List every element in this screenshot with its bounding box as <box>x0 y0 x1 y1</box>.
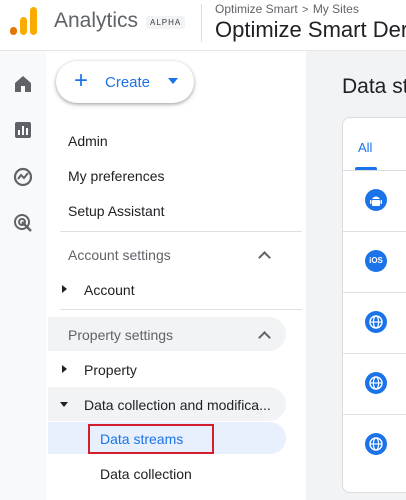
data-streams-card: All iOS <box>342 117 406 493</box>
explore-icon[interactable] <box>12 166 34 188</box>
header-divider <box>201 4 202 42</box>
property-settings-header[interactable]: Property settings <box>68 327 173 343</box>
nav-divider <box>60 309 302 310</box>
nav-item-setup-assistant[interactable]: Setup Assistant <box>68 203 165 219</box>
page-title: Data st <box>342 75 406 98</box>
advertising-icon[interactable] <box>12 212 34 234</box>
ios-label: iOS <box>369 256 383 265</box>
home-icon[interactable] <box>12 73 34 95</box>
web-icon <box>365 372 387 394</box>
alpha-badge: ALPHA <box>146 16 186 29</box>
nav-item-my-preferences[interactable]: My preferences <box>68 168 164 184</box>
create-button[interactable]: + Create <box>56 61 194 103</box>
nav-item-data-collection-modification[interactable]: Data collection and modifica... <box>84 397 271 413</box>
left-rail <box>0 51 46 500</box>
collapse-arrow-icon[interactable] <box>60 402 68 407</box>
tab-all[interactable]: All <box>358 140 372 155</box>
stream-row[interactable] <box>343 354 406 415</box>
chevron-right-icon: > <box>302 4 309 16</box>
web-icon <box>365 433 387 455</box>
highlight-box <box>88 424 214 454</box>
breadcrumb[interactable]: Optimize Smart > My Sites <box>215 2 359 16</box>
app-title: Analytics <box>54 9 139 32</box>
nav-item-account[interactable]: Account <box>84 282 135 298</box>
plus-icon: + <box>74 67 89 94</box>
nav-divider <box>60 231 302 232</box>
account-settings-header[interactable]: Account settings <box>68 247 171 263</box>
android-icon <box>365 189 387 211</box>
chevron-up-icon[interactable] <box>258 251 271 264</box>
stream-row[interactable] <box>343 293 406 354</box>
expand-arrow-icon[interactable] <box>62 365 67 373</box>
nav-item-admin[interactable]: Admin <box>68 133 108 149</box>
main-content: Data st All iOS <box>306 51 406 500</box>
property-selector[interactable]: Optimize Smart Der <box>215 17 406 43</box>
expand-arrow-icon[interactable] <box>62 285 67 293</box>
caret-down-icon <box>168 78 178 84</box>
ios-icon: iOS <box>365 250 387 272</box>
app-header: Analytics ALPHA Optimize Smart > My Site… <box>0 0 406 51</box>
breadcrumb-section: My Sites <box>312 2 359 16</box>
stream-row[interactable]: iOS <box>343 232 406 293</box>
create-label: Create <box>105 74 151 91</box>
nav-item-property[interactable]: Property <box>84 362 137 378</box>
admin-nav-panel: + Create Admin My preferences Setup Assi… <box>46 51 306 500</box>
web-icon <box>365 311 387 333</box>
stream-row[interactable] <box>343 415 406 475</box>
stream-row[interactable] <box>343 171 406 232</box>
breadcrumb-account: Optimize Smart <box>215 2 298 16</box>
analytics-logo-icon[interactable] <box>10 7 38 37</box>
nav-item-data-collection[interactable]: Data collection <box>100 466 192 482</box>
reports-icon[interactable] <box>12 119 34 141</box>
